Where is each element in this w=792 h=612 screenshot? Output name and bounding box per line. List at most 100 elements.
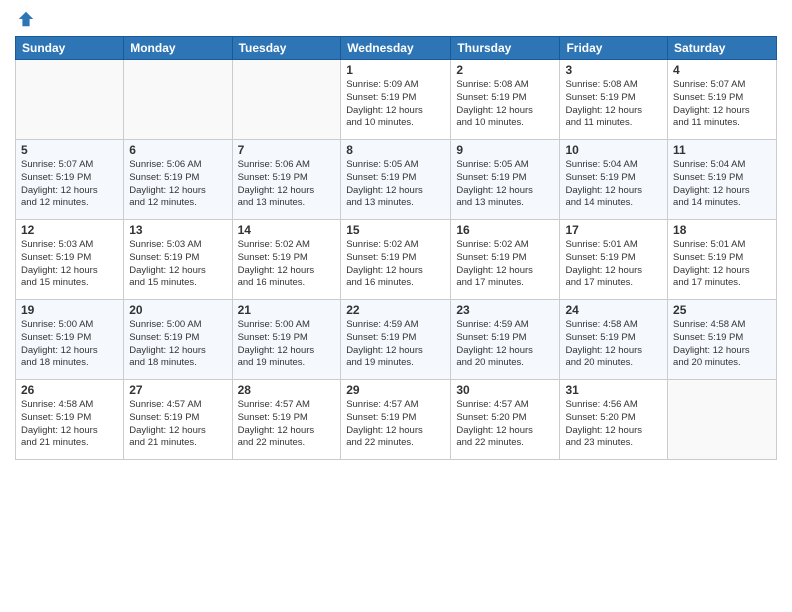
calendar-cell: 5 Sunrise: 5:07 AM Sunset: 5:19 PM Daylig… [16, 140, 124, 220]
logo [15, 10, 35, 28]
day-number: 31 [565, 383, 662, 397]
day-info: Sunrise: 4:56 AM Sunset: 5:20 PM Dayligh… [565, 399, 662, 450]
calendar-cell [124, 60, 232, 140]
weekday-header-thursday: Thursday [451, 37, 560, 60]
day-info: Sunrise: 5:07 AM Sunset: 5:19 PM Dayligh… [21, 159, 118, 210]
weekday-header-wednesday: Wednesday [341, 37, 451, 60]
day-info: Sunrise: 5:06 AM Sunset: 5:19 PM Dayligh… [129, 159, 226, 210]
day-info: Sunrise: 5:04 AM Sunset: 5:19 PM Dayligh… [673, 159, 771, 210]
day-number: 16 [456, 223, 554, 237]
day-info: Sunrise: 5:00 AM Sunset: 5:19 PM Dayligh… [238, 319, 336, 370]
day-info: Sunrise: 4:57 AM Sunset: 5:20 PM Dayligh… [456, 399, 554, 450]
calendar-cell: 23Sunrise: 4:59 AM Sunset: 5:19 PM Dayli… [451, 300, 560, 380]
day-number: 7 [238, 143, 336, 157]
day-number: 21 [238, 303, 336, 317]
day-number: 11 [673, 143, 771, 157]
day-number: 3 [565, 63, 662, 77]
day-number: 9 [456, 143, 554, 157]
calendar-cell: 20 Sunrise: 5:00 AM Sunset: 5:19 PM Dayli… [124, 300, 232, 380]
calendar-cell: 22Sunrise: 4:59 AM Sunset: 5:19 PM Dayli… [341, 300, 451, 380]
calendar-cell: 13 Sunrise: 5:03 AM Sunset: 5:19 PM Dayli… [124, 220, 232, 300]
day-info: Sunrise: 4:57 AM Sunset: 5:19 PM Dayligh… [238, 399, 336, 450]
calendar-week-2: 5 Sunrise: 5:07 AM Sunset: 5:19 PM Daylig… [16, 140, 777, 220]
day-info: Sunrise: 5:08 AM Sunset: 5:19 PM Dayligh… [565, 79, 662, 130]
day-number: 24 [565, 303, 662, 317]
day-info: Sunrise: 5:02 AM Sunset: 5:19 PM Dayligh… [346, 239, 445, 290]
day-number: 19 [21, 303, 118, 317]
day-number: 23 [456, 303, 554, 317]
day-number: 18 [673, 223, 771, 237]
day-number: 1 [346, 63, 445, 77]
calendar-cell: 3 Sunrise: 5:08 AM Sunset: 5:19 PM Daylig… [560, 60, 668, 140]
day-info: Sunrise: 4:58 AM Sunset: 5:19 PM Dayligh… [673, 319, 771, 370]
day-info: Sunrise: 5:02 AM Sunset: 5:19 PM Dayligh… [456, 239, 554, 290]
day-info: Sunrise: 4:58 AM Sunset: 5:19 PM Dayligh… [565, 319, 662, 370]
day-number: 13 [129, 223, 226, 237]
calendar-week-3: 12Sunrise: 5:03 AM Sunset: 5:19 PM Dayli… [16, 220, 777, 300]
day-info: Sunrise: 5:05 AM Sunset: 5:19 PM Dayligh… [456, 159, 554, 210]
calendar-cell: 25Sunrise: 4:58 AM Sunset: 5:19 PM Dayli… [668, 300, 777, 380]
day-number: 15 [346, 223, 445, 237]
calendar-week-1: 1 Sunrise: 5:09 AM Sunset: 5:19 PM Daylig… [16, 60, 777, 140]
weekday-header-monday: Monday [124, 37, 232, 60]
weekday-header-friday: Friday [560, 37, 668, 60]
day-info: Sunrise: 5:04 AM Sunset: 5:19 PM Dayligh… [565, 159, 662, 210]
day-info: Sunrise: 5:05 AM Sunset: 5:19 PM Dayligh… [346, 159, 445, 210]
weekday-header-row: SundayMondayTuesdayWednesdayThursdayFrid… [16, 37, 777, 60]
day-info: Sunrise: 4:57 AM Sunset: 5:19 PM Dayligh… [346, 399, 445, 450]
calendar-cell: 11 Sunrise: 5:04 AM Sunset: 5:19 PM Dayli… [668, 140, 777, 220]
day-number: 28 [238, 383, 336, 397]
calendar-cell [668, 380, 777, 460]
calendar-cell: 8 Sunrise: 5:05 AM Sunset: 5:19 PM Daylig… [341, 140, 451, 220]
calendar-cell: 21 Sunrise: 5:00 AM Sunset: 5:19 PM Dayli… [232, 300, 341, 380]
day-info: Sunrise: 5:06 AM Sunset: 5:19 PM Dayligh… [238, 159, 336, 210]
day-number: 20 [129, 303, 226, 317]
day-info: Sunrise: 5:00 AM Sunset: 5:19 PM Dayligh… [129, 319, 226, 370]
calendar-cell: 29 Sunrise: 4:57 AM Sunset: 5:19 PM Dayli… [341, 380, 451, 460]
day-number: 6 [129, 143, 226, 157]
calendar-cell: 18 Sunrise: 5:01 AM Sunset: 5:19 PM Dayli… [668, 220, 777, 300]
day-info: Sunrise: 5:00 AM Sunset: 5:19 PM Dayligh… [21, 319, 118, 370]
calendar-cell: 27 Sunrise: 4:57 AM Sunset: 5:19 PM Dayli… [124, 380, 232, 460]
calendar-cell: 10 Sunrise: 5:04 AM Sunset: 5:19 PM Dayli… [560, 140, 668, 220]
day-number: 14 [238, 223, 336, 237]
day-info: Sunrise: 5:01 AM Sunset: 5:19 PM Dayligh… [565, 239, 662, 290]
calendar-cell: 14 Sunrise: 5:02 AM Sunset: 5:19 PM Dayli… [232, 220, 341, 300]
calendar-cell: 6 Sunrise: 5:06 AM Sunset: 5:19 PM Daylig… [124, 140, 232, 220]
day-number: 4 [673, 63, 771, 77]
day-info: Sunrise: 5:03 AM Sunset: 5:19 PM Dayligh… [21, 239, 118, 290]
day-info: Sunrise: 4:58 AM Sunset: 5:19 PM Dayligh… [21, 399, 118, 450]
calendar-cell: 30 Sunrise: 4:57 AM Sunset: 5:20 PM Dayli… [451, 380, 560, 460]
day-number: 30 [456, 383, 554, 397]
day-info: Sunrise: 5:07 AM Sunset: 5:19 PM Dayligh… [673, 79, 771, 130]
day-info: Sunrise: 4:57 AM Sunset: 5:19 PM Dayligh… [129, 399, 226, 450]
day-number: 29 [346, 383, 445, 397]
calendar-cell: 9 Sunrise: 5:05 AM Sunset: 5:19 PM Daylig… [451, 140, 560, 220]
calendar-cell: 24 Sunrise: 4:58 AM Sunset: 5:19 PM Dayli… [560, 300, 668, 380]
day-number: 26 [21, 383, 118, 397]
day-info: Sunrise: 4:59 AM Sunset: 5:19 PM Dayligh… [346, 319, 445, 370]
calendar-cell: 19 Sunrise: 5:00 AM Sunset: 5:19 PM Dayli… [16, 300, 124, 380]
day-info: Sunrise: 5:09 AM Sunset: 5:19 PM Dayligh… [346, 79, 445, 130]
day-number: 5 [21, 143, 118, 157]
day-info: Sunrise: 5:03 AM Sunset: 5:19 PM Dayligh… [129, 239, 226, 290]
calendar-cell [16, 60, 124, 140]
calendar-cell: 28 Sunrise: 4:57 AM Sunset: 5:19 PM Dayli… [232, 380, 341, 460]
weekday-header-sunday: Sunday [16, 37, 124, 60]
day-info: Sunrise: 5:02 AM Sunset: 5:19 PM Dayligh… [238, 239, 336, 290]
day-number: 27 [129, 383, 226, 397]
calendar-cell: 31 Sunrise: 4:56 AM Sunset: 5:20 PM Dayli… [560, 380, 668, 460]
calendar-cell: 4 Sunrise: 5:07 AM Sunset: 5:19 PM Daylig… [668, 60, 777, 140]
calendar-cell: 26 Sunrise: 4:58 AM Sunset: 5:19 PM Dayli… [16, 380, 124, 460]
day-number: 10 [565, 143, 662, 157]
calendar-week-4: 19 Sunrise: 5:00 AM Sunset: 5:19 PM Dayli… [16, 300, 777, 380]
day-number: 17 [565, 223, 662, 237]
calendar-cell: 12Sunrise: 5:03 AM Sunset: 5:19 PM Dayli… [16, 220, 124, 300]
logo-icon [17, 10, 35, 28]
calendar-cell: 15 Sunrise: 5:02 AM Sunset: 5:19 PM Dayli… [341, 220, 451, 300]
header [15, 10, 777, 28]
day-number: 8 [346, 143, 445, 157]
day-number: 2 [456, 63, 554, 77]
day-info: Sunrise: 5:01 AM Sunset: 5:19 PM Dayligh… [673, 239, 771, 290]
day-info: Sunrise: 5:08 AM Sunset: 5:19 PM Dayligh… [456, 79, 554, 130]
